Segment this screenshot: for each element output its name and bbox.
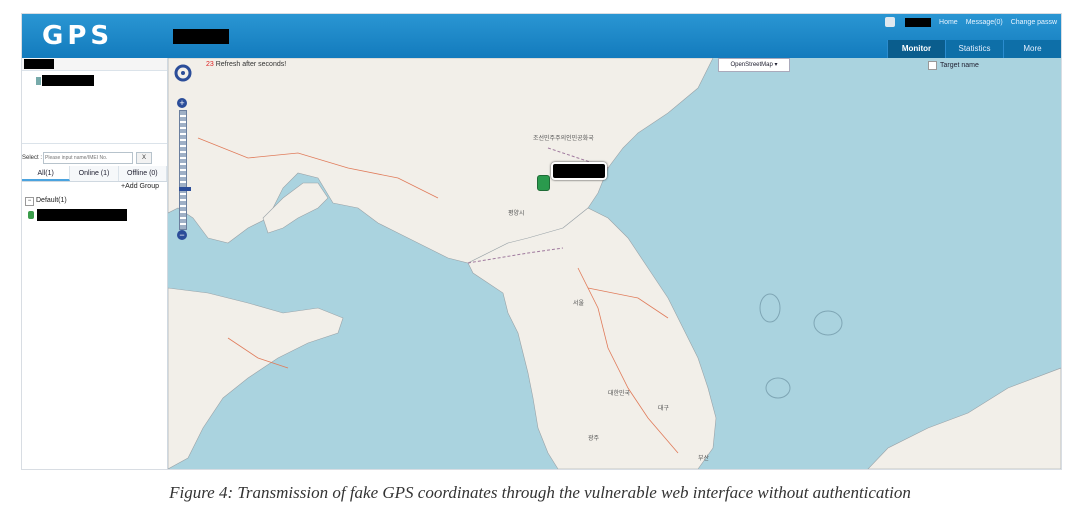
redacted-username bbox=[905, 17, 932, 27]
clear-search-button[interactable]: X bbox=[136, 152, 153, 164]
map-view[interactable]: 평양시 서울 대한민국 조선민주주의인민공화국 대구 광주 부산 23 Refr… bbox=[168, 58, 1061, 469]
map-label: 조선민주주의인민공화국 bbox=[533, 136, 594, 142]
redacted-user-entry bbox=[42, 75, 94, 86]
device-filter-tabs: All(1) Online (1) Offline (0) bbox=[22, 166, 167, 182]
top-links: Home Message(0) Change passw bbox=[885, 17, 1057, 27]
zoom-out-button[interactable]: − bbox=[177, 230, 187, 240]
device-row[interactable] bbox=[28, 209, 132, 221]
refresh-text: Refresh after seconds! bbox=[215, 61, 287, 68]
map-label: 서울 bbox=[573, 301, 585, 307]
tab-all[interactable]: All(1) bbox=[22, 166, 71, 181]
main-tabs: Monitor Statistics More bbox=[887, 40, 1061, 58]
map-canvas bbox=[168, 58, 1061, 469]
select-label: Select : bbox=[22, 155, 43, 161]
zoom-slider[interactable] bbox=[179, 110, 191, 230]
map-layer-label: OpenStreetMap bbox=[730, 62, 773, 68]
left-panel-header bbox=[22, 58, 167, 71]
target-name-checkbox[interactable] bbox=[928, 61, 937, 70]
message-link[interactable]: Message(0) bbox=[966, 19, 1003, 26]
redacted-title bbox=[173, 29, 229, 44]
user-icon bbox=[885, 17, 896, 27]
zoom-slider-handle[interactable] bbox=[179, 187, 191, 191]
zoom-in-button[interactable]: + bbox=[177, 98, 187, 108]
redacted-marker-label bbox=[551, 162, 607, 180]
redacted-account bbox=[24, 59, 54, 69]
vehicle-marker-icon[interactable] bbox=[537, 175, 550, 191]
zoom-control: + − bbox=[177, 98, 191, 241]
tab-offline[interactable]: Offline (0) bbox=[118, 166, 167, 181]
pan-control-icon[interactable] bbox=[174, 63, 192, 83]
map-label: 광주 bbox=[588, 436, 600, 442]
map-label: 대구 bbox=[658, 406, 670, 412]
select-row: Select : X bbox=[22, 151, 167, 165]
left-panel: Select : X All(1) Online (1) Offline (0)… bbox=[22, 58, 168, 469]
map-label: 평양시 bbox=[508, 211, 525, 217]
group-label: Default(1) bbox=[36, 197, 67, 204]
target-name-toggle[interactable]: Target name bbox=[928, 61, 979, 70]
map-label: 부산 bbox=[698, 456, 710, 462]
group-default[interactable]: − Default(1) bbox=[25, 197, 67, 206]
target-name-label: Target name bbox=[940, 62, 979, 69]
map-layer-select[interactable]: OpenStreetMap ▾ bbox=[718, 58, 790, 72]
gps-logo: GPS bbox=[42, 21, 114, 51]
tab-more[interactable]: More bbox=[1003, 40, 1061, 58]
add-group-button[interactable]: +Add Group bbox=[121, 183, 159, 190]
chevron-down-icon: ▾ bbox=[774, 62, 778, 68]
map-label: 대한민국 bbox=[608, 391, 631, 397]
device-online-icon bbox=[28, 211, 34, 219]
home-link[interactable]: Home bbox=[939, 19, 958, 26]
change-password-link[interactable]: Change passw bbox=[1011, 19, 1057, 26]
user-tree bbox=[22, 71, 167, 144]
tab-online[interactable]: Online (1) bbox=[70, 166, 119, 181]
figure-caption: Figure 4: Transmission of fake GPS coord… bbox=[169, 483, 911, 502]
header-bar: GPS Home Message(0) Change passw Monitor… bbox=[22, 14, 1061, 58]
tab-statistics[interactable]: Statistics bbox=[945, 40, 1003, 58]
redacted-device-name bbox=[37, 209, 127, 221]
refresh-count: 23 bbox=[206, 61, 214, 68]
refresh-status: 23 Refresh after seconds! bbox=[206, 61, 286, 68]
device-search-input[interactable] bbox=[43, 152, 134, 164]
app-window: GPS Home Message(0) Change passw Monitor… bbox=[21, 13, 1062, 470]
tab-monitor[interactable]: Monitor bbox=[887, 40, 945, 58]
collapse-icon[interactable]: − bbox=[25, 197, 34, 206]
account-icon bbox=[36, 77, 41, 85]
